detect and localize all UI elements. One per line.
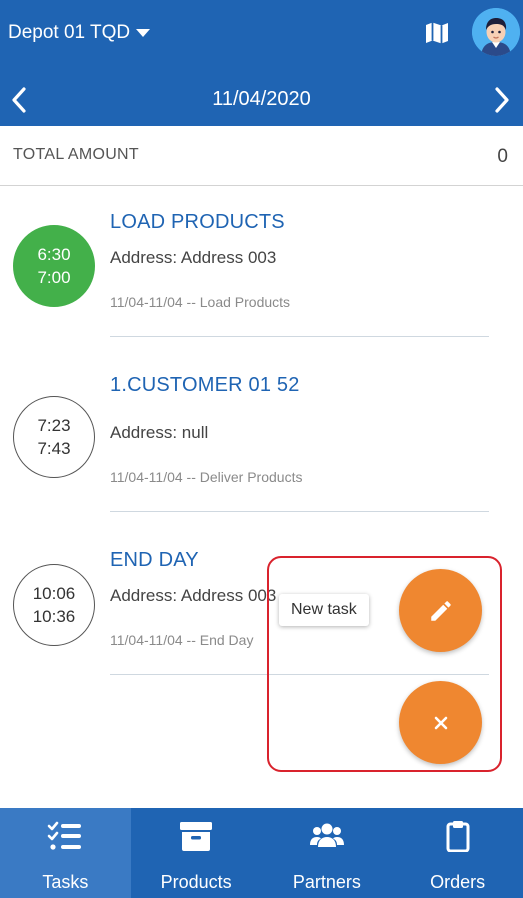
depot-label: Depot 01 TQD — [8, 22, 131, 43]
date-navigator: 11/04/2020 — [0, 72, 523, 126]
close-fab-button[interactable] — [399, 681, 482, 764]
nav-tab-orders[interactable]: Orders — [392, 808, 523, 898]
time-badge: 10:06 10:36 — [13, 564, 95, 646]
tasks-checklist-icon — [48, 821, 82, 850]
depot-selector[interactable]: Depot 01 TQD — [8, 20, 151, 46]
users-group-icon — [309, 823, 344, 847]
task-meta: 11/04-11/04 -- End Day — [110, 632, 254, 648]
total-amount-row: TOTAL AMOUNT 0 — [0, 126, 523, 186]
task-address: Address: null — [110, 423, 209, 442]
archive-box-icon — [180, 822, 213, 851]
end-time: 7:00 — [37, 268, 71, 287]
nav-tab-label: Partners — [292, 872, 361, 892]
new-task-button[interactable] — [399, 569, 482, 652]
current-date[interactable]: 11/04/2020 — [0, 88, 523, 111]
task-address: Address: Address 003 — [110, 248, 277, 267]
top-app-bar: Depot 01 TQD 11/04/2020 — [0, 0, 523, 126]
pencil-icon — [430, 600, 451, 621]
nav-tab-products[interactable]: Products — [131, 808, 262, 898]
task-meta: 11/04-11/04 -- Deliver Products — [110, 469, 303, 485]
start-time: 6:30 — [37, 245, 71, 264]
nav-tab-label: Products — [160, 872, 232, 892]
bottom-navigation: Tasks Products Partners Orders — [0, 808, 523, 898]
task-title[interactable]: 1.CUSTOMER 01 52 — [110, 374, 300, 397]
total-amount-value: 0 — [497, 146, 508, 167]
task-title[interactable]: END DAY — [110, 549, 199, 572]
start-time: 10:06 — [32, 584, 76, 603]
nav-tab-label: Tasks — [42, 872, 89, 892]
end-time: 7:43 — [37, 439, 71, 458]
clipboard-icon — [446, 821, 470, 852]
task-item[interactable]: 6:30 7:00 LOAD PRODUCTS Address: Address… — [0, 186, 523, 338]
end-time: 10:36 — [32, 607, 76, 626]
start-time: 7:23 — [37, 416, 71, 435]
time-badge: 6:30 7:00 — [13, 225, 95, 307]
task-meta: 11/04-11/04 -- Load Products — [110, 294, 291, 310]
nav-tab-partners[interactable]: Partners — [262, 808, 393, 898]
new-task-tooltip[interactable]: New task — [279, 594, 369, 626]
task-item[interactable]: 7:23 7:43 1.CUSTOMER 01 52 Address: null… — [0, 338, 523, 513]
user-avatar[interactable] — [472, 8, 520, 56]
total-amount-label: TOTAL AMOUNT — [13, 146, 139, 163]
nav-tab-tasks[interactable]: Tasks — [0, 808, 131, 898]
nav-tab-label: Orders — [430, 872, 486, 892]
app-screen: Depot 01 TQD 11/04/2020 TOTAL AMOUNT 0 6… — [0, 0, 523, 898]
caret-down-icon — [136, 29, 151, 37]
task-address: Address: Address 003 — [110, 586, 277, 605]
map-icon[interactable] — [424, 20, 450, 46]
close-icon — [434, 716, 447, 729]
task-divider — [110, 336, 489, 337]
task-divider — [110, 511, 489, 512]
task-title[interactable]: LOAD PRODUCTS — [110, 211, 285, 234]
time-badge: 7:23 7:43 — [13, 396, 95, 478]
chevron-right-icon[interactable] — [491, 86, 513, 114]
